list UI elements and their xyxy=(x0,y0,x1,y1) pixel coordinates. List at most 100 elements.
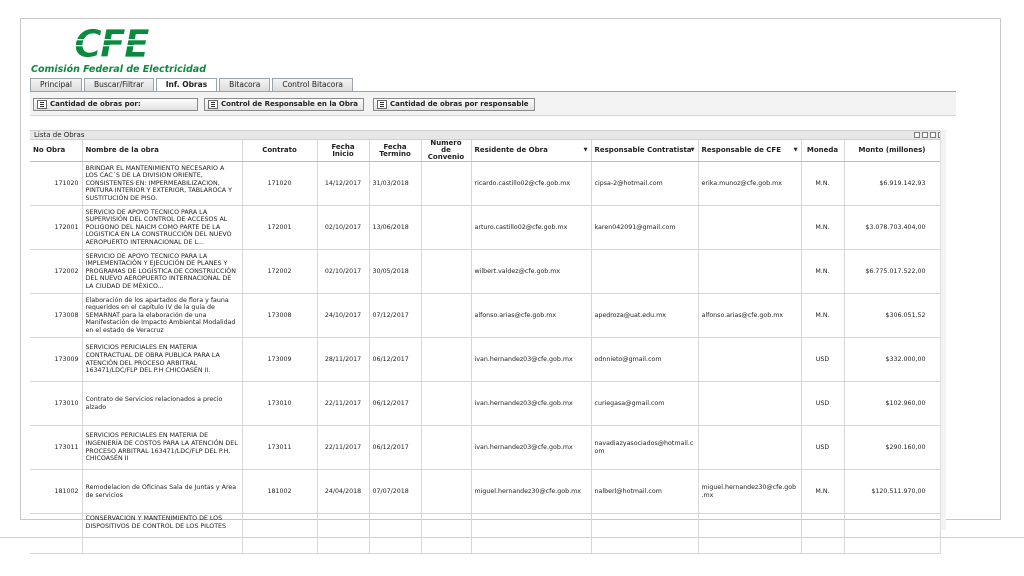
cell-no-obra: 181002 xyxy=(30,469,83,514)
cell-fecha-inicio: 02/10/2017 xyxy=(317,249,370,294)
table-header-row: No Obra Nombre de la obra Contrato Fecha… xyxy=(30,140,941,162)
cantidad-responsable-button[interactable]: Cantidad de obras por responsable xyxy=(373,98,535,111)
cell-fecha-termino: 13/06/2018 xyxy=(369,205,422,250)
table-row[interactable]: 172002 SERVICIO DE APOYO TÉCNICO PARA LA … xyxy=(30,249,941,294)
sort-down-icon[interactable]: ▼ xyxy=(691,147,695,154)
cell-no-obra: 173009 xyxy=(30,337,83,382)
cell-monto: $306.051,52 xyxy=(844,293,941,338)
cell-resp-contratista: curiegasa@gmail.com xyxy=(591,381,699,426)
table-row[interactable]: 172001 SERVICIO DE APOYO TECNICO PARA LA … xyxy=(30,205,941,250)
obra-name-text: Contrato de Servicios relacionados a pre… xyxy=(85,395,223,411)
tab-buscar-filtrar[interactable]: Buscar/Filtrar xyxy=(83,78,154,91)
cell-resp-contratista xyxy=(591,513,699,554)
cantidad-obras-button[interactable]: Cantidad de obras por: xyxy=(33,98,198,111)
cell-nombre: Remodelacion de Oficinas Sala de Juntas … xyxy=(82,469,243,514)
cell-no-obra: 173010 xyxy=(30,381,83,426)
obra-name-text: BRINDAR EL MANTENIMIENTO NECESARIO A LOS… xyxy=(85,164,232,202)
svg-text:CFE: CFE xyxy=(74,24,150,64)
cell-nombre: SERVICIO DE APOYO TECNICO PARA LA SUPERV… xyxy=(82,205,243,250)
obra-name-text: SERVICIOS PERICIALES EN MATERIA DE INGEN… xyxy=(85,432,238,463)
minimize-icon[interactable] xyxy=(930,132,936,138)
cell-moneda xyxy=(801,513,845,554)
vertical-scrollbar[interactable] xyxy=(940,130,946,530)
col-no-obra[interactable]: No Obra xyxy=(30,140,83,162)
control-responsable-button[interactable]: Control de Responsable en la Obra xyxy=(204,98,365,111)
tab-bitacora[interactable]: Bitacora xyxy=(219,78,271,91)
cell-nombre: SERVICIO DE APOYO TÉCNICO PARA LA IMPLEM… xyxy=(82,249,243,294)
cell-resp-cfe: miguel.hernandez30@cfe.gob.mx xyxy=(698,469,802,514)
cell-moneda: M.N. xyxy=(801,469,845,514)
col-numero-convenio[interactable]: Numero de Convenio xyxy=(421,140,472,162)
obra-name-text: Elaboración de los apartados de flora y … xyxy=(85,296,236,334)
cell-fecha-termino: 31/03/2018 xyxy=(369,161,422,206)
cell-moneda: USD xyxy=(801,337,845,382)
obra-name-text: SERVICIO DE APOYO TÉCNICO PARA LA IMPLEM… xyxy=(85,252,236,290)
panel-header: Lista de Obras xyxy=(30,130,946,140)
col-moneda[interactable]: Moneda xyxy=(801,140,845,162)
cell-residente xyxy=(471,513,592,554)
cell-numero-convenio xyxy=(421,161,472,206)
table-row[interactable]: 173011 SERVICIOS PERICIALES EN MATERIA DE… xyxy=(30,425,941,470)
col-fecha-inicio[interactable]: Fecha Inicio xyxy=(317,140,370,162)
cell-nombre: BRINDAR EL MANTENIMIENTO NECESARIO A LOS… xyxy=(82,161,243,206)
cell-fecha-inicio: 14/12/2017 xyxy=(317,161,370,206)
tab-control-bitacora[interactable]: Control Bitacora xyxy=(272,78,353,91)
table-row[interactable]: 173008 Elaboración de los apartados de fl… xyxy=(30,293,941,338)
cell-no-obra: 171020 xyxy=(30,161,83,206)
col-nombre[interactable]: Nombre de la obra xyxy=(82,140,243,162)
cell-numero-convenio xyxy=(421,513,472,554)
cell-numero-convenio xyxy=(421,381,472,426)
cell-resp-cfe: alfonso.arias@cfe.gob.mx xyxy=(698,293,802,338)
cell-contrato xyxy=(242,513,318,554)
cell-nombre: CONSERVACIÓN Y MANTENIMIENTO DE LOS DISP… xyxy=(82,513,243,554)
cell-fecha-termino: 06/12/2017 xyxy=(369,425,422,470)
cell-fecha-termino: 07/12/2017 xyxy=(369,293,422,338)
sort-down-icon[interactable]: ▼ xyxy=(584,147,588,154)
panel-title: Lista de Obras xyxy=(34,131,85,139)
col-residente[interactable]: Residente de Obra ▼ xyxy=(471,140,592,162)
cell-contrato: 173010 xyxy=(242,381,318,426)
cell-moneda: USD xyxy=(801,425,845,470)
col-resp-contratista[interactable]: Responsable Contratista ▼ xyxy=(591,140,699,162)
cell-fecha-inicio: 22/11/2017 xyxy=(317,381,370,426)
col-monto[interactable]: Monto (millones) xyxy=(844,140,941,162)
cell-residente: ivan.hernandez03@cfe.gob.mx xyxy=(471,337,592,382)
tab-principal[interactable]: Principal xyxy=(30,78,82,91)
sort-down-icon[interactable]: ▼ xyxy=(794,147,798,154)
cell-residente: ricardo.castillo02@cfe.gob.mx xyxy=(471,161,592,206)
cell-nombre: Contrato de Servicios relacionados a pre… xyxy=(82,381,243,426)
table-row[interactable]: 173009 SERVICIOS PERICIALES EN MATERIA CO… xyxy=(30,337,941,382)
cell-contrato: 171020 xyxy=(242,161,318,206)
filter-icon[interactable] xyxy=(922,132,928,138)
cell-no-obra: 173008 xyxy=(30,293,83,338)
tab-inf-obras[interactable]: Inf. Obras xyxy=(155,78,218,92)
col-resp-cfe[interactable]: Responsable de CFE ▼ xyxy=(698,140,802,162)
table-row[interactable]: 171020 BRINDAR EL MANTENIMIENTO NECESARIO… xyxy=(30,161,941,206)
cantidad-obras-label: Cantidad de obras por: xyxy=(50,100,141,108)
cell-fecha-termino xyxy=(369,513,422,554)
cell-contrato: 173008 xyxy=(242,293,318,338)
cell-no-obra: 172001 xyxy=(30,205,83,250)
cell-resp-cfe xyxy=(698,425,802,470)
cell-monto: $3.078.703.404,00 xyxy=(844,205,941,250)
obras-table-body: 171020 BRINDAR EL MANTENIMIENTO NECESARIO… xyxy=(30,161,941,554)
cell-contrato: 173011 xyxy=(242,425,318,470)
cell-resp-cfe xyxy=(698,337,802,382)
cell-moneda: M.N. xyxy=(801,205,845,250)
col-resp-contratista-label: Responsable Contratista xyxy=(594,146,692,154)
cell-nombre: Elaboración de los apartados de flora y … xyxy=(82,293,243,338)
cell-fecha-termino: 30/05/2018 xyxy=(369,249,422,294)
cell-fecha-inicio: 24/10/2017 xyxy=(317,293,370,338)
cell-residente: ivan.hernandez03@cfe.gob.mx xyxy=(471,381,592,426)
table-row[interactable]: 173010 Contrato de Servicios relacionados… xyxy=(30,381,941,426)
cell-no-obra: 172002 xyxy=(30,249,83,294)
col-fecha-termino[interactable]: Fecha Termino xyxy=(369,140,422,162)
cell-fecha-termino: 07/07/2018 xyxy=(369,469,422,514)
cell-moneda: M.N. xyxy=(801,161,845,206)
cell-fecha-inicio: 22/11/2017 xyxy=(317,425,370,470)
col-contrato[interactable]: Contrato xyxy=(242,140,318,162)
export-icon[interactable] xyxy=(914,132,920,138)
cell-monto: $332.000,00 xyxy=(844,337,941,382)
table-row[interactable]: CONSERVACIÓN Y MANTENIMIENTO DE LOS DISP… xyxy=(30,513,941,554)
table-row[interactable]: 181002 Remodelacion de Oficinas Sala de J… xyxy=(30,469,941,514)
